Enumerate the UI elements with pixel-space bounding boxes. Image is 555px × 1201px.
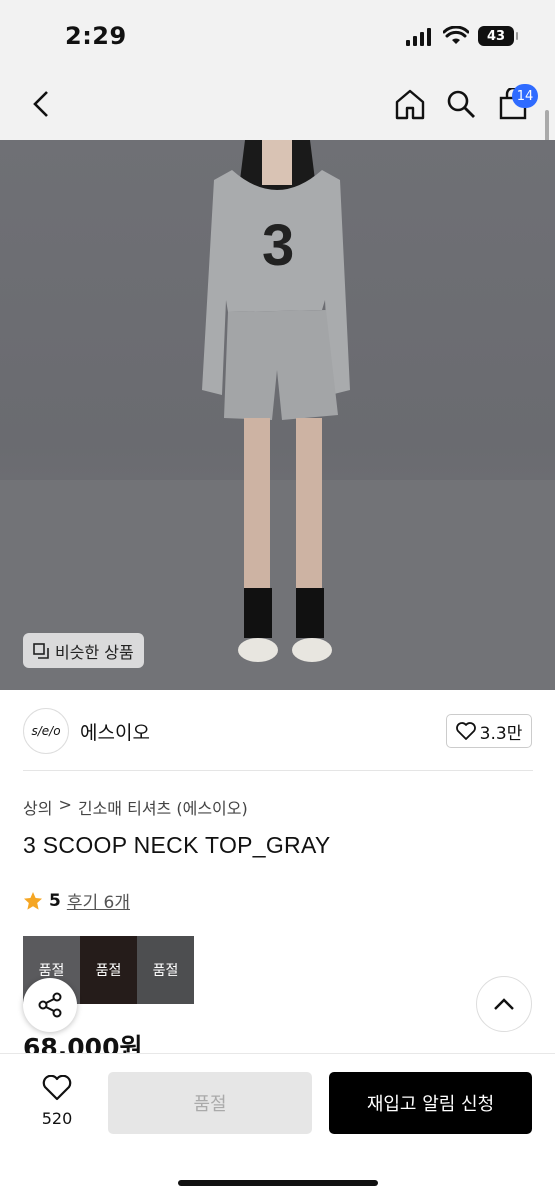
product-title: 3 SCOOP NECK TOP_GRAY xyxy=(23,832,331,858)
wishlist-count: 520 xyxy=(41,1109,73,1128)
model-illustration: 3 xyxy=(0,140,555,690)
share-icon xyxy=(38,992,62,1018)
breadcrumb-category[interactable]: 상의 xyxy=(23,795,52,819)
breadcrumb-separator: > xyxy=(58,795,72,814)
soldout-label: 품절 xyxy=(137,936,194,1004)
heart-icon xyxy=(455,722,476,740)
product-image[interactable]: 3 xyxy=(0,140,555,690)
breadcrumb-subcategory[interactable]: 긴소매 티셔츠 (에스이오) xyxy=(78,795,248,819)
status-time: 2:29 xyxy=(65,22,127,50)
star-icon xyxy=(24,891,42,910)
signal-icon xyxy=(406,28,431,46)
swatch-option[interactable]: 품절 xyxy=(137,936,194,1004)
brand-like-count: 3.3만 xyxy=(479,723,523,744)
status-bar: 2:29 43 xyxy=(0,0,555,70)
search-icon xyxy=(447,90,475,118)
review-link[interactable]: 후기 6개 xyxy=(67,888,130,913)
cart-count-badge: 14 xyxy=(512,84,538,108)
scroll-top-button[interactable] xyxy=(476,976,532,1032)
copy-icon xyxy=(33,642,49,659)
heart-icon xyxy=(42,1074,72,1101)
home-indicator xyxy=(178,1180,378,1186)
brand-like-button[interactable]: 3.3만 xyxy=(446,714,532,748)
home-icon xyxy=(395,89,425,120)
rating: 5 후기 6개 xyxy=(23,888,130,913)
back-button[interactable] xyxy=(24,86,58,122)
swatch-option[interactable]: 품절 xyxy=(80,936,137,1004)
similar-products-button[interactable]: 비슷한 상품 xyxy=(23,633,144,668)
chevron-up-icon xyxy=(494,998,514,1010)
chevron-left-icon xyxy=(33,91,48,117)
home-button[interactable] xyxy=(392,86,428,122)
breadcrumb: 상의 > 긴소매 티셔츠 (에스이오) xyxy=(23,795,248,819)
restock-notify-button[interactable]: 재입고 알림 신청 xyxy=(329,1072,532,1134)
wifi-icon xyxy=(443,26,469,44)
divider xyxy=(23,770,533,771)
soldout-button[interactable]: 품절 xyxy=(108,1072,312,1134)
share-button[interactable] xyxy=(23,978,77,1032)
brand-name[interactable]: 에스이오 xyxy=(80,718,150,745)
rating-score: 5 xyxy=(49,890,61,911)
wishlist-button[interactable]: 520 xyxy=(30,1074,84,1128)
battery-icon: 43 xyxy=(478,26,518,46)
soldout-label: 품절 xyxy=(80,936,137,1004)
brand-logo[interactable]: s/e/o xyxy=(23,708,69,754)
similar-products-label: 비슷한 상품 xyxy=(55,642,134,662)
search-button[interactable] xyxy=(443,86,479,122)
svg-text:3: 3 xyxy=(262,213,294,278)
